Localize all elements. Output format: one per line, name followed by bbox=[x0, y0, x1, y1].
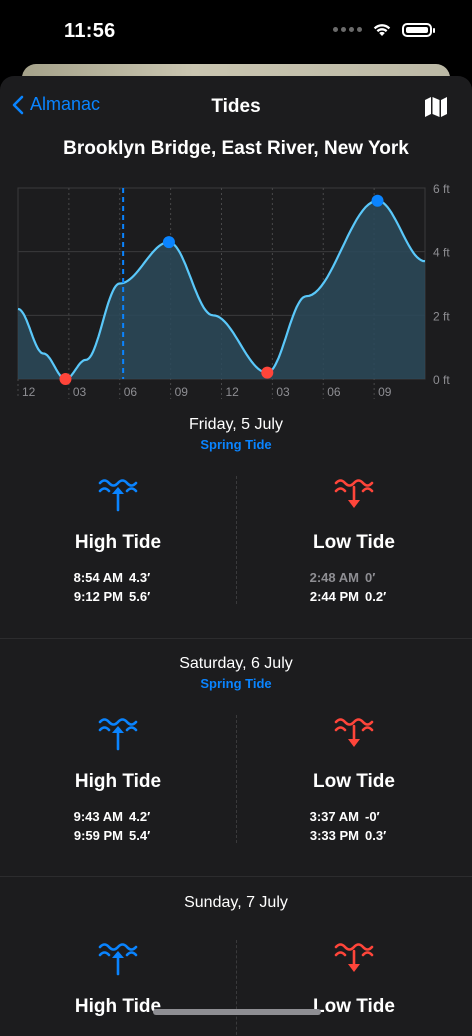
home-indicator[interactable] bbox=[153, 1009, 321, 1015]
y-tick-label: 0 ft bbox=[433, 373, 450, 387]
low-tide-label: Low Tide bbox=[313, 771, 395, 792]
tide-time: 3:37 AM bbox=[309, 809, 359, 824]
high-tide-icon bbox=[98, 943, 138, 976]
status-time: 11:56 bbox=[64, 20, 116, 42]
tide-row: 3:37 AM -0′ bbox=[303, 807, 405, 826]
tide-time: 9:43 AM bbox=[73, 809, 123, 824]
high-tide-icon bbox=[98, 479, 138, 512]
tide-row: 9:12 PM 5.6′ bbox=[67, 587, 169, 606]
low-tide-label: Low Tide bbox=[313, 532, 395, 553]
map-icon[interactable] bbox=[424, 96, 448, 118]
low-tide-list: 2:48 AM 0′ 2:44 PM 0.2′ bbox=[303, 568, 405, 606]
high-tide-column: High Tide bbox=[0, 940, 236, 1018]
high-tide-column: High Tide 8:54 AM 4.3′ 9:12 PM 5.6′ bbox=[0, 476, 236, 606]
high-tide-list: 9:43 AM 4.2′ 9:59 PM 5.4′ bbox=[67, 807, 169, 845]
high-tide-label: High Tide bbox=[74, 771, 162, 792]
high-tide-point bbox=[162, 236, 175, 249]
tide-time: 3:33 PM bbox=[309, 828, 359, 843]
x-tick-label: 09 bbox=[378, 385, 392, 399]
low-tide-list: 3:37 AM -0′ 3:33 PM 0.3′ bbox=[303, 807, 405, 845]
tide-height: 4.3′ bbox=[129, 570, 151, 585]
tide-height: -0′ bbox=[365, 809, 380, 824]
x-tick-label: 06 bbox=[327, 385, 341, 399]
x-tick-label: 03 bbox=[276, 385, 290, 399]
tide-time: 9:59 PM bbox=[73, 828, 123, 843]
tide-height: 5.6′ bbox=[129, 589, 151, 604]
high-tide-label: High Tide bbox=[74, 532, 162, 553]
tide-row: 8:54 AM 4.3′ bbox=[67, 568, 169, 587]
tide-height: 5.4′ bbox=[129, 828, 151, 843]
status-bar: 11:56 bbox=[0, 0, 472, 64]
tide-height: 4.2′ bbox=[129, 809, 151, 824]
low-tide-icon bbox=[334, 943, 374, 972]
battery-icon bbox=[402, 22, 435, 37]
tide-row-past: 2:48 AM 0′ bbox=[303, 568, 405, 587]
x-tick-label: 06 bbox=[124, 385, 138, 399]
navigation-bar: Almanac Tides bbox=[0, 76, 472, 136]
low-tide-column: Low Tide 3:37 AM -0′ 3:33 PM 0.3′ bbox=[236, 715, 472, 845]
y-tick-label: 4 ft bbox=[433, 246, 450, 260]
tide-time: 2:48 AM bbox=[309, 570, 359, 585]
x-tick-label: 09 bbox=[175, 385, 189, 399]
tide-chart[interactable]: 6 ft 4 ft 2 ft 0 ft 12 03 06 09 12 03 06 09 bbox=[0, 180, 472, 412]
section-divider bbox=[0, 638, 472, 639]
tide-time: 9:12 PM bbox=[73, 589, 123, 604]
tide-type-label: Spring Tide bbox=[200, 437, 272, 452]
high-tide-column: High Tide 9:43 AM 4.2′ 9:59 PM 5.4′ bbox=[0, 715, 236, 845]
y-tick-label: 2 ft bbox=[433, 309, 450, 323]
low-tide-column: Low Tide bbox=[236, 940, 472, 1018]
x-tick-label: 03 bbox=[73, 385, 87, 399]
tide-type-label: Spring Tide bbox=[200, 676, 272, 691]
low-tide-icon bbox=[334, 479, 374, 508]
low-tide-icon bbox=[334, 718, 374, 747]
high-tide-list: 8:54 AM 4.3′ 9:12 PM 5.6′ bbox=[67, 568, 169, 606]
y-tick-label: 6 ft bbox=[433, 182, 450, 196]
high-tide-icon bbox=[98, 718, 138, 751]
low-tide-column: Low Tide 2:48 AM 0′ 2:44 PM 0.2′ bbox=[236, 476, 472, 606]
status-icons bbox=[333, 22, 435, 37]
tide-row: 9:59 PM 5.4′ bbox=[67, 826, 169, 845]
page-title: Tides bbox=[211, 96, 261, 117]
section-divider bbox=[0, 876, 472, 877]
x-tick-label: 12 bbox=[22, 385, 36, 399]
tides-sheet: Almanac Tides Brooklyn Bridge, East Rive… bbox=[0, 76, 472, 1036]
day-title: Friday, 5 July bbox=[189, 416, 283, 433]
tide-row: 3:33 PM 0.3′ bbox=[303, 826, 405, 845]
wifi-icon bbox=[373, 24, 391, 36]
tide-row: 2:44 PM 0.2′ bbox=[303, 587, 405, 606]
low-tide-point bbox=[261, 366, 274, 379]
day-title: Sunday, 7 July bbox=[184, 894, 288, 911]
tide-row: 9:43 AM 4.2′ bbox=[67, 807, 169, 826]
tide-time: 2:44 PM bbox=[309, 589, 359, 604]
day-title: Saturday, 6 July bbox=[179, 655, 293, 672]
x-tick-label: 12 bbox=[226, 385, 240, 399]
tide-height: 0.2′ bbox=[365, 589, 387, 604]
high-tide-point bbox=[371, 194, 384, 207]
location-title: Brooklyn Bridge, East River, New York bbox=[63, 138, 409, 159]
tide-height: 0.3′ bbox=[365, 828, 387, 843]
tide-height: 0′ bbox=[365, 570, 376, 585]
low-tide-point bbox=[59, 373, 72, 385]
tide-time: 8:54 AM bbox=[73, 570, 123, 585]
cellular-signal-icon bbox=[333, 27, 362, 32]
